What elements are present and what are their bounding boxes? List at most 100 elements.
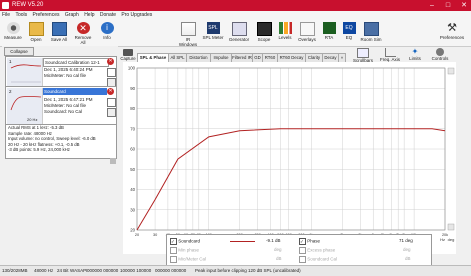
measurement-name-field[interactable]: Soundcard Calibration 12-1 (43, 58, 109, 67)
minimize-icon[interactable]: – (426, 1, 438, 10)
legend-value: -9.1 dB (266, 238, 281, 243)
legend-row-soundcard-cal[interactable]: Soundcard Cal dB (299, 256, 427, 263)
x-unit-label: Hz (440, 237, 445, 242)
y-tick-label: 90 (130, 86, 135, 91)
menu-graph[interactable]: Graph (63, 11, 81, 19)
remove-measurement-icon[interactable]: ✕ (107, 88, 114, 95)
legend-row-excess-phase[interactable]: Excess phase deg (299, 247, 427, 254)
status-output-bits: 100000 100000 (120, 268, 152, 273)
freq-axis-icon (384, 48, 396, 57)
status-memory: 130/2028MB (2, 268, 28, 273)
limits-button[interactable]: ✦ Limits (406, 48, 424, 62)
scrollbars-button[interactable]: Scrollbars (352, 48, 374, 63)
app-icon (2, 2, 9, 9)
scope-label: Scope (257, 37, 271, 42)
legend-row-min-phase[interactable]: Min phase deg (170, 247, 300, 254)
measure-button[interactable]: Measure (2, 22, 24, 40)
info-button[interactable]: i Info (96, 22, 118, 40)
menu-bar: File Tools Preferences Graph Help Donate… (0, 11, 471, 20)
remove-measurement-icon[interactable]: ✕ (107, 58, 114, 65)
window-title: REW V5.20 (12, 2, 44, 8)
controls-button[interactable]: Controls (428, 48, 452, 61)
menu-donate[interactable]: Donate (98, 11, 118, 19)
stats-line: -3 dB points: 5.9 Hz, 24,000 kHz (8, 147, 70, 153)
measurement-info: Dec 1, 2025 6:47:21 PM Mic/Meter: No cal… (44, 97, 93, 115)
spl-meter-button[interactable]: SPL SPL Meter (202, 22, 224, 40)
eq-button[interactable]: EQ EQ (338, 22, 360, 40)
spl-phase-graph[interactable]: 1009080706050403020203040506070801002003… (123, 62, 456, 254)
menu-file[interactable]: File (0, 11, 12, 19)
legend-value: deg (403, 247, 411, 252)
scrollbars-icon (357, 48, 369, 58)
preferences-button[interactable]: ⚒ Preferences (437, 22, 467, 40)
scope-button[interactable]: Scope (253, 22, 275, 42)
legend-row-phase[interactable]: ✓ Phase 71 deg (299, 238, 427, 245)
resize-handle[interactable] (110, 158, 116, 164)
capture-button[interactable]: Capture (120, 49, 136, 61)
close-icon[interactable]: ✕ (458, 1, 470, 10)
edit-measurement-icon[interactable] (107, 108, 116, 117)
controls-icon (436, 48, 444, 56)
open-button[interactable]: Open (25, 22, 47, 42)
menu-tools[interactable]: Tools (13, 11, 29, 19)
rta-button[interactable]: RTA (318, 22, 340, 40)
legend-value: dB (405, 256, 411, 261)
scope-icon (256, 22, 272, 36)
measure-label: Measure (4, 35, 22, 40)
limits-label: Limits (409, 56, 421, 61)
menu-help[interactable]: Help (82, 11, 96, 19)
soundcard-cal-checkbox[interactable] (299, 256, 306, 263)
legend-name: Soundcard (178, 238, 201, 244)
overlays-label: Overlays (298, 37, 316, 42)
legend-value: 71 deg (399, 238, 413, 243)
y-tick-label: 70 (130, 126, 135, 131)
ir-windows-button[interactable]: IR Windows (177, 22, 199, 47)
status-bit-depth: 24 Bit (57, 268, 69, 273)
y-tick-label: 40 (130, 187, 135, 192)
room-sim-button[interactable]: Room Sim (360, 22, 382, 42)
rta-icon (322, 22, 336, 34)
remove-icon: ✕ (76, 22, 90, 34)
ir-windows-label: IR Windows (178, 37, 198, 47)
save-measurement-icon[interactable] (107, 98, 116, 107)
spl-meter-icon: SPL (206, 22, 220, 34)
save-measurement-icon[interactable] (107, 68, 116, 77)
save-all-button[interactable]: Save All (48, 22, 70, 42)
y-tick-label: 20 (130, 228, 135, 233)
y-tick-label: 30 (130, 207, 135, 212)
y-tick-label: 80 (130, 106, 135, 111)
measurement-thumbnail: 2 20 Hz (7, 88, 43, 124)
legend-row-mic-cal[interactable]: Mic/Meter Cal dB (170, 256, 300, 263)
overlays-button[interactable]: Overlays (296, 22, 318, 42)
menu-pro-upgrades[interactable]: Pro Upgrades (119, 11, 154, 19)
maximize-icon[interactable]: □ (442, 1, 454, 10)
legend-row-soundcard[interactable]: ✓ Soundcard -9.1 dB (170, 238, 300, 245)
status-message: Peak input before clipping 120 dB SPL (u… (195, 268, 301, 273)
y-tick-label: 100 (128, 66, 136, 71)
phase-checkbox[interactable]: ✓ (299, 238, 306, 245)
save-all-label: Save All (50, 37, 68, 42)
generator-icon (231, 22, 247, 36)
eq-icon: EQ (342, 22, 356, 34)
spl-meter-label: SPL Meter (202, 35, 224, 40)
measurement-name-field[interactable]: Soundcard (43, 88, 107, 95)
measurement-card-2[interactable]: 2 20 Hz Soundcard Dec 1, 2025 6:47:21 PM… (5, 86, 117, 126)
ir-windows-icon (180, 22, 196, 36)
generator-button[interactable]: Generator (228, 22, 250, 42)
status-extra-bits: 000000 000000 (155, 268, 187, 273)
menu-preferences[interactable]: Preferences (31, 11, 62, 19)
freq-axis-button[interactable]: Freq. Axis (378, 48, 402, 62)
soundcard-checkbox[interactable]: ✓ (170, 238, 177, 245)
remove-all-button[interactable]: ✕ Remove All (72, 22, 94, 45)
legend-name: Soundcard Cal (307, 256, 338, 262)
legend-swatch (230, 241, 255, 242)
generator-label: Generator (228, 37, 250, 42)
min-phase-checkbox[interactable] (170, 247, 177, 254)
measurement-range: 20 Hz (27, 117, 38, 122)
mic-cal-checkbox[interactable] (170, 256, 177, 263)
excess-phase-checkbox[interactable] (299, 247, 306, 254)
collapse-button[interactable]: Collapse (4, 47, 34, 56)
levels-button[interactable]: Levels (274, 22, 296, 40)
legend-name: Excess phase (307, 247, 336, 253)
legend-name: Phase (307, 238, 321, 244)
